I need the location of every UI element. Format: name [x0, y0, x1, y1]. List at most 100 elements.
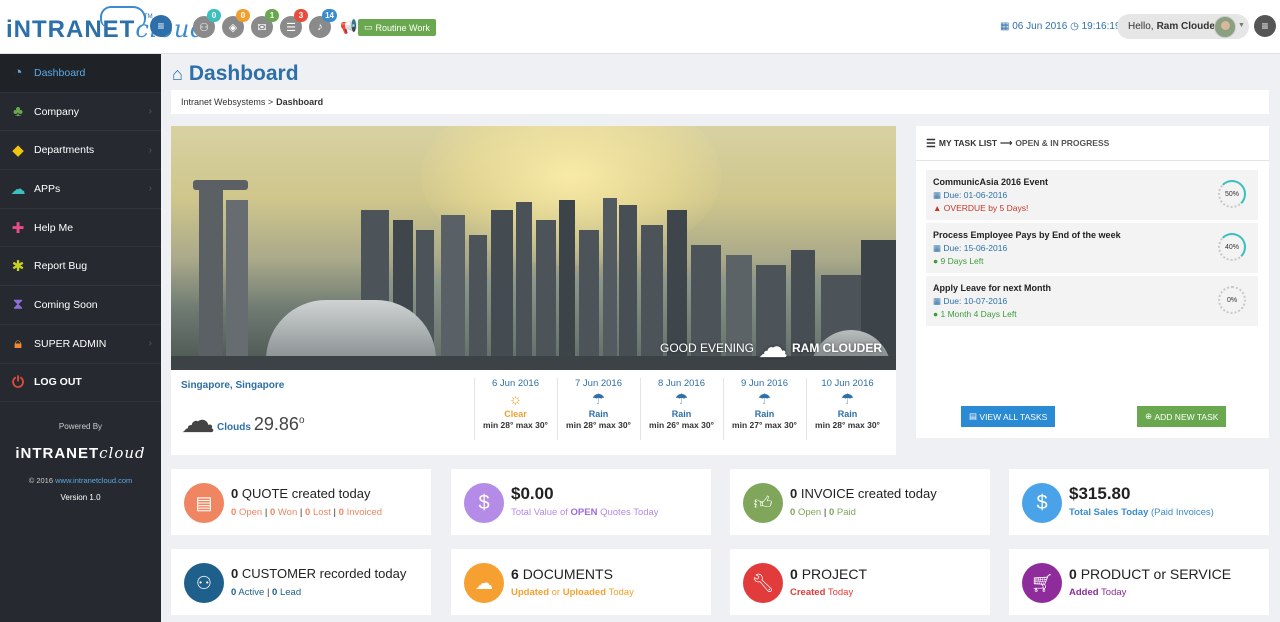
invoice-paid-label: Paid — [836, 507, 856, 518]
powered-by: Powered By — [58, 422, 103, 431]
sidebar-toggle-button[interactable]: ≡ — [150, 15, 172, 37]
thumbs-up-icon: 👍︎ — [743, 483, 783, 523]
sidebar-item-coming-soon[interactable]: ⧗ Coming Soon — [0, 286, 161, 325]
building — [619, 205, 637, 370]
quote-value-card[interactable]: $ $0.00 Total Value of OPEN Quotes Today — [451, 469, 711, 535]
sidebar-item-apps[interactable]: ☁ APPs › — [0, 170, 161, 209]
weather-widget: Singapore, Singapore ☁ Clouds 29.86o 6 J… — [171, 370, 896, 455]
task-progress-arc — [1218, 286, 1246, 314]
forecast-date: 10 Jun 2016 — [821, 378, 874, 389]
task-list-panel: ☰ MY TASK LIST ⟶ OPEN & IN PROGRESS Comm… — [916, 126, 1269, 438]
quote-lost-count: 0 — [305, 507, 311, 518]
invoice-card[interactable]: 👍︎ 0 INVOICE created today 0 Open | 0 Pa… — [730, 469, 990, 535]
bug-icon: ✱ — [11, 258, 25, 276]
sidebar-item-super-admin[interactable]: 🔒︎ SUPER ADMIN › — [0, 325, 161, 364]
medkit-icon: ✚ — [11, 219, 25, 237]
calendar-icon: ▦ — [933, 296, 942, 306]
sidebar-item-label: Report Bug — [34, 260, 88, 273]
building — [516, 202, 532, 370]
avatar[interactable] — [1214, 16, 1236, 38]
notify-list-button[interactable]: ☰ 3 — [280, 9, 308, 38]
project-count: 0 — [790, 566, 798, 582]
product-main: 0 PRODUCT or SERVICE — [1069, 566, 1231, 582]
app-logo[interactable]: iNTRANETcloud TM — [6, 6, 207, 44]
quote-lost-label: Lost — [312, 507, 331, 518]
sidebar-item-company[interactable]: ♣ Company › — [0, 93, 161, 132]
quote-count: 0 — [231, 486, 239, 501]
notify-bell-button[interactable]: ♪ 14 — [309, 9, 337, 38]
task-due-text: Due: 15-06-2016 — [943, 243, 1008, 253]
forecast-day: 9 Jun 2016 ☂ Rain min 27° max 30° — [723, 378, 805, 440]
cloud-icon: ☁ — [758, 331, 788, 364]
task-status: ▲ OVERDUE by 5 Days! — [933, 203, 1258, 213]
documents-label: DOCUMENTS — [522, 566, 613, 582]
task-status: ● 9 Days Left — [933, 256, 1258, 266]
project-card[interactable]: 🔧︎ 0 PROJECT Created Today — [730, 549, 990, 615]
megaphone-icon[interactable]: 📢 — [340, 18, 357, 35]
notify-cube-button[interactable]: ◈ 0 — [222, 9, 250, 38]
chevron-down-icon[interactable]: ▼ — [1238, 22, 1245, 29]
forecast-range: min 26° max 30° — [649, 420, 714, 430]
weather-city: Singapore, Singapore — [181, 380, 285, 391]
notify-chat-button[interactable]: ✉ 1 — [251, 9, 279, 38]
list-icon: ☰ — [286, 21, 296, 34]
product-card[interactable]: 🛒︎ 0 PRODUCT or SERVICE Added Today — [1009, 549, 1269, 615]
sidebar-logo: iNTRANETcloud — [0, 444, 161, 462]
building — [603, 198, 617, 370]
forecast-date: 6 Jun 2016 — [491, 378, 539, 389]
forecast-condition: Rain — [588, 409, 609, 419]
task-item[interactable]: CommunicAsia 2016 Event ▦ Due: 01-06-201… — [926, 170, 1258, 220]
project-sub: Created Today — [790, 587, 853, 598]
project-created: Created — [790, 587, 826, 598]
task-status-text: 1 Month 4 Days Left — [940, 309, 1017, 319]
invoice-main: 0 INVOICE created today — [790, 486, 937, 501]
task-title: Apply Leave for next Month — [933, 283, 1052, 293]
rain-icon: ☂ — [840, 391, 855, 408]
arrow-right-icon: ⟶ — [1000, 137, 1013, 148]
task-due-text: Due: 01-06-2016 — [943, 190, 1008, 200]
building — [199, 190, 223, 370]
sidebar-item-label: Company — [34, 105, 79, 118]
sidebar-item-help-me[interactable]: ✚ Help Me — [0, 209, 161, 248]
task-item[interactable]: Apply Leave for next Month ▦ Due: 10-07-… — [926, 276, 1258, 326]
invoice-sub: 0 Open | 0 Paid — [790, 507, 856, 518]
sales-sub: Total Sales Today (Paid Invoices) — [1069, 507, 1214, 518]
weather-degree: o — [298, 414, 305, 426]
customer-card[interactable]: ⚇ 0 CUSTOMER recorded today 0 Active | 0… — [171, 549, 431, 615]
sidebar-item-report-bug[interactable]: ✱ Report Bug — [0, 247, 161, 287]
quote-card[interactable]: ▤ 0 QUOTE created today 0 Open | 0 Won |… — [171, 469, 431, 535]
task-status-text: 9 Days Left — [940, 256, 984, 266]
documents-uploaded: Uploaded — [562, 587, 607, 598]
page-title: ⌂ Dashboard — [172, 62, 299, 86]
sidebar-item-log-out[interactable]: ⏻ LOG OUT — [0, 364, 161, 403]
copyright-link[interactable]: www.intranetcloud.com — [55, 476, 132, 485]
add-new-task-button[interactable]: ⊕ ADD NEW TASK — [1137, 406, 1227, 427]
copyright: © 2016 www.intranetcloud.com — [0, 476, 161, 485]
view-all-tasks-button[interactable]: ▤ VIEW ALL TASKS — [961, 406, 1056, 427]
task-status: ● 1 Month 4 Days Left — [933, 309, 1258, 319]
notify-users-button[interactable]: ⚇ 0 — [193, 9, 221, 38]
sales-card[interactable]: $ $315.80 Total Sales Today (Paid Invoic… — [1009, 469, 1269, 535]
task-heading-text: MY TASK LIST — [938, 138, 998, 148]
breadcrumb: Intranet Websystems > Dashboard — [171, 90, 1269, 114]
customer-active-label: Active — [238, 587, 265, 598]
bell-icon: ♪ — [317, 21, 323, 33]
customer-sub: 0 Active | 0 Lead — [231, 587, 302, 598]
customer-label: CUSTOMER recorded today — [241, 566, 407, 581]
breadcrumb-root[interactable]: Intranet Websystems — [181, 97, 265, 107]
chat-badge: 1 — [265, 9, 279, 22]
routine-work-button[interactable]: ▭ Routine Work — [358, 19, 436, 36]
sidebar-item-label: Departments — [34, 144, 95, 157]
main-menu-button[interactable]: ≡ — [1254, 15, 1276, 37]
sidebar-item-dashboard[interactable]: ◔ Dashboard — [0, 54, 161, 93]
task-due: ▦ Due: 01-06-2016 — [933, 190, 1258, 201]
task-item[interactable]: Process Employee Pays by End of the week… — [926, 223, 1258, 273]
forecast-date: 7 Jun 2016 — [574, 378, 622, 389]
invoice-label: INVOICE created today — [800, 486, 937, 501]
quote-value-amount: $0.00 — [511, 484, 554, 503]
documents-card[interactable]: ☁ 6 DOCUMENTS Updated or Uploaded Today — [451, 549, 711, 615]
quote-open-count: 0 — [231, 507, 237, 518]
document-icon: ▤ — [184, 483, 224, 523]
sidebar-item-departments[interactable]: ◆ Departments › — [0, 131, 161, 171]
breadcrumb-separator: > — [267, 97, 274, 107]
